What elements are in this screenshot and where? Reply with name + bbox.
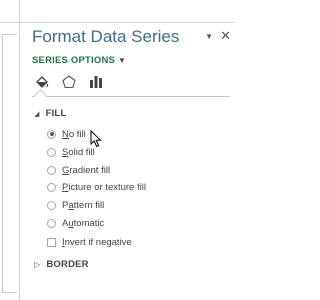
picture-fill-label: Picture or texture fill: [62, 181, 146, 193]
automatic-label: Automatic: [62, 217, 105, 229]
fill-option-gradient-fill[interactable]: Gradient fill: [47, 163, 110, 177]
no-fill-radio[interactable]: [47, 129, 56, 139]
pattern-fill-radio[interactable]: [47, 200, 56, 210]
worksheet-edge: [0, 0, 20, 300]
pane-controls: ▼ ✕: [201, 28, 231, 44]
border-section-header[interactable]: ▷ BORDER: [34, 259, 89, 270]
pane-tabs: [32, 72, 222, 94]
fill-option-picture-fill[interactable]: Picture or texture fill: [47, 180, 146, 194]
chart-area-edge[interactable]: [2, 34, 17, 293]
expand-triangle-icon: ▷: [34, 260, 41, 269]
series-options-label: SERIES OPTIONS: [32, 55, 116, 66]
gradient-fill-label: Gradient fill: [62, 164, 111, 176]
solid-fill-radio[interactable]: [47, 147, 56, 157]
border-header-label: BORDER: [46, 259, 89, 270]
chevron-down-icon: ▼: [118, 56, 127, 65]
fill-option-solid-fill[interactable]: Solid fill: [47, 145, 95, 159]
fill-option-no-fill[interactable]: No fill: [47, 127, 86, 141]
pane-title: Format Data Series: [32, 27, 180, 46]
bar-chart-icon[interactable]: [86, 72, 106, 92]
automatic-radio[interactable]: [47, 218, 56, 228]
pentagon-icon[interactable]: [59, 72, 79, 92]
chevron-down-icon[interactable]: ▼: [205, 32, 213, 41]
format-data-series-pane: Format Data Series ▼ ✕ SERIES OPTIONS▼: [20, 0, 235, 300]
pane-top-bar: [20, 0, 235, 23]
invert-if-negative-label: Invert if negative: [62, 236, 132, 248]
collapse-triangle-icon: ◢: [34, 111, 40, 118]
picture-fill-radio[interactable]: [47, 182, 56, 192]
worksheet-topbar: [0, 0, 19, 23]
solid-fill-label: Solid fill: [62, 146, 95, 158]
no-fill-label: No fill: [62, 128, 86, 140]
paint-bucket-icon[interactable]: [32, 72, 52, 92]
fill-option-pattern-fill[interactable]: Pattern fill: [47, 198, 104, 212]
fill-header-label: FILL: [45, 108, 67, 119]
pattern-fill-label: Pattern fill: [62, 199, 105, 211]
fill-section-header[interactable]: ◢ FILL: [34, 108, 66, 119]
fill-option-automatic[interactable]: Automatic: [47, 216, 104, 230]
invert-if-negative-option[interactable]: Invert if negative: [47, 235, 132, 249]
mouse-cursor-icon: [90, 130, 102, 148]
invert-if-negative-checkbox[interactable]: [47, 237, 56, 247]
close-icon[interactable]: ✕: [220, 28, 231, 44]
tabs-divider: [32, 89, 230, 102]
gradient-fill-radio[interactable]: [47, 165, 56, 175]
series-options-dropdown[interactable]: SERIES OPTIONS ▼: [32, 55, 126, 66]
